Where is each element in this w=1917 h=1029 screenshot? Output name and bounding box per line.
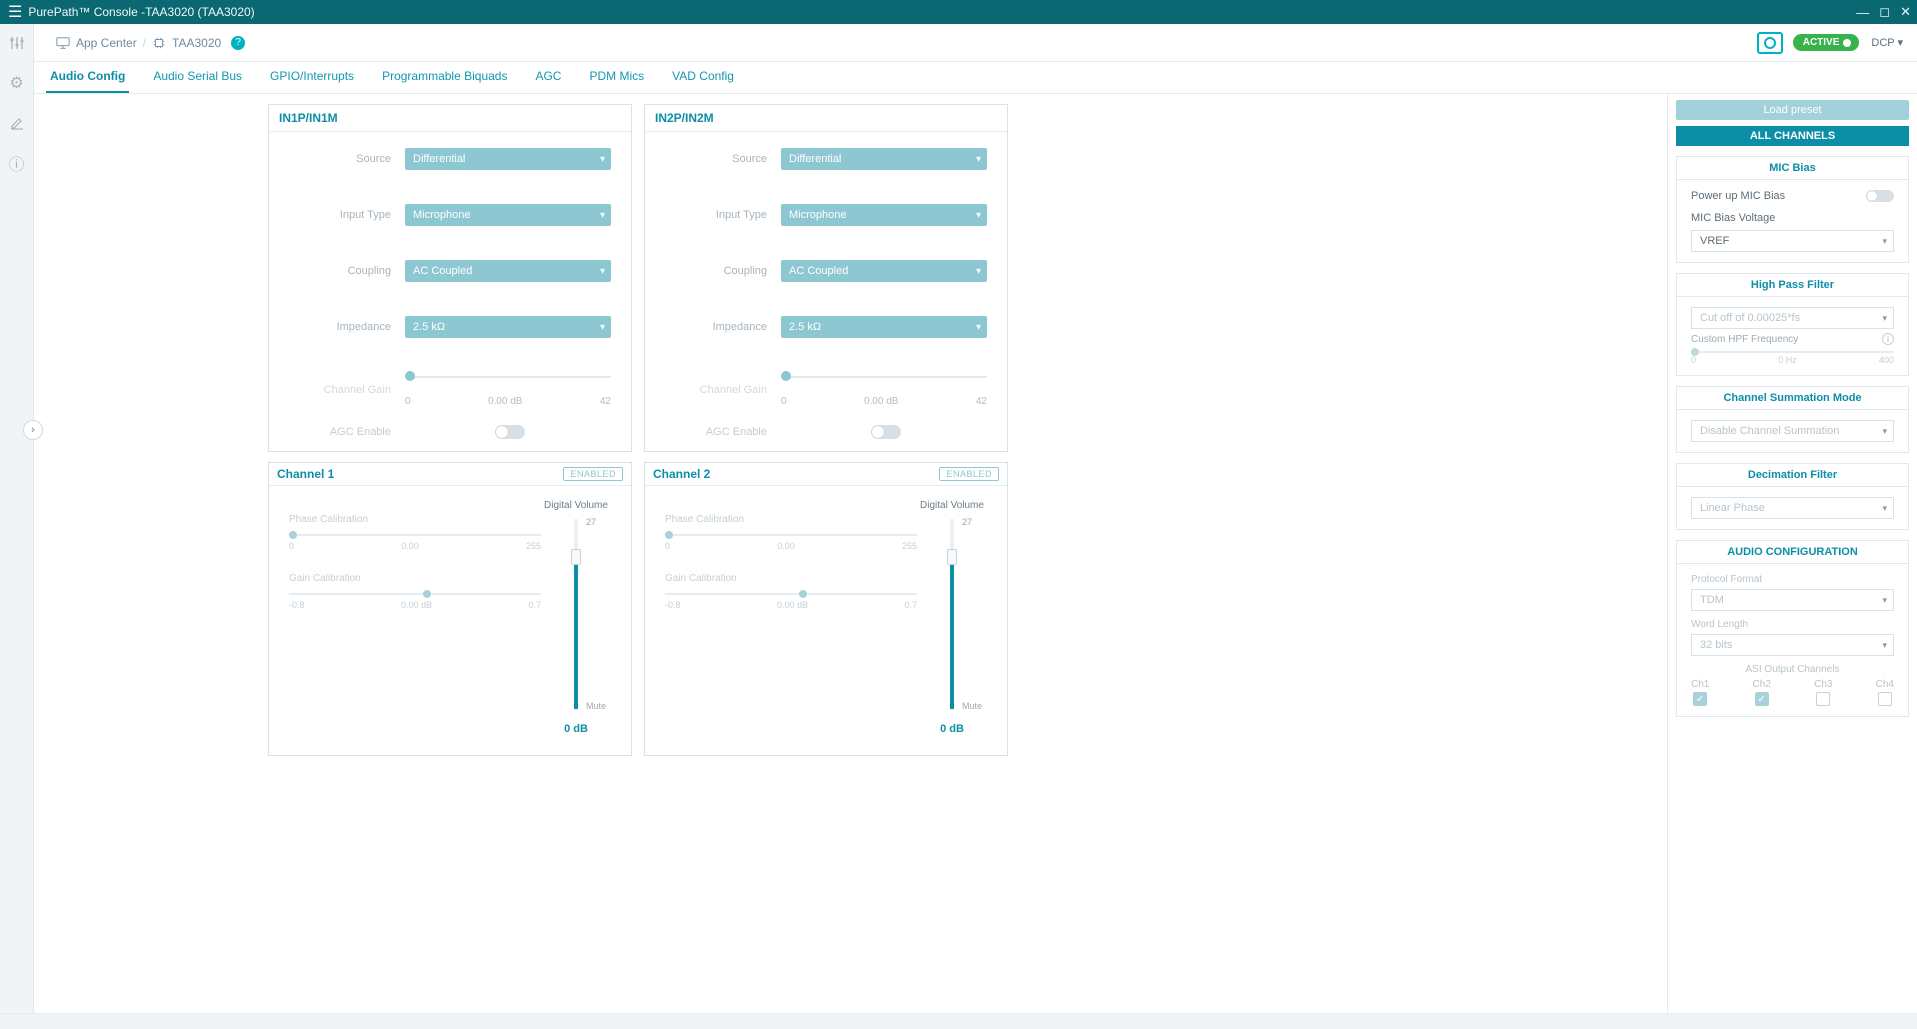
impedance-select[interactable]: 2.5 kΩ — [781, 316, 987, 338]
decimation-title: Decimation Filter — [1677, 464, 1908, 487]
tab-vad-config[interactable]: VAD Config — [668, 69, 738, 93]
monitor-icon — [56, 36, 70, 50]
source-select[interactable]: Differential — [405, 148, 611, 170]
source-select[interactable]: Differential — [781, 148, 987, 170]
decimation-select[interactable]: Linear Phase — [1691, 497, 1894, 519]
tab-audio-config[interactable]: Audio Config — [46, 69, 129, 93]
sidebar: ⚙ ⓘ › — [0, 24, 34, 1013]
db-readout: 0 dB — [541, 723, 611, 735]
asi-ch2-checkbox[interactable]: ✓ — [1755, 692, 1769, 706]
channel-gain-slider[interactable] — [405, 372, 611, 392]
edit-icon[interactable] — [8, 114, 26, 132]
phase-slider[interactable] — [665, 531, 917, 539]
hamburger-icon[interactable]: ☰ — [2, 2, 28, 22]
digital-volume-slider[interactable]: 27Mute — [944, 519, 960, 709]
input-card-1: IN1P/IN1MSourceDifferentialInput TypeMic… — [268, 104, 632, 452]
gain-cal-slider[interactable] — [289, 590, 541, 598]
tab-agc[interactable]: AGC — [531, 69, 565, 93]
card-title: IN2P/IN2M — [645, 105, 1007, 132]
input-type-select[interactable]: Microphone — [405, 204, 611, 226]
dcp-menu[interactable]: DCP ▾ — [1871, 36, 1903, 49]
status-dot-icon — [1843, 39, 1851, 47]
status-bar — [0, 1013, 1917, 1029]
tab-gpio-interrupts[interactable]: GPIO/Interrupts — [266, 69, 358, 93]
tab-programmable-biquads[interactable]: Programmable Biquads — [378, 69, 511, 93]
channel-gain-slider[interactable] — [781, 372, 987, 392]
impedance-select[interactable]: 2.5 kΩ — [405, 316, 611, 338]
all-channels-header: ALL CHANNELS — [1676, 126, 1909, 146]
right-panel: Load preset ALL CHANNELS MIC Bias Power … — [1667, 94, 1917, 1013]
hpf-freq-slider[interactable]: 00 Hz400 — [1677, 351, 1908, 365]
tabs: Audio Config Audio Serial Bus GPIO/Interru… — [34, 62, 1917, 94]
asi-ch3-checkbox[interactable] — [1816, 692, 1830, 706]
breadcrumb-device[interactable]: TAA3020 — [172, 36, 221, 50]
input-card-2: IN2P/IN2MSourceDifferentialInput TypeMic… — [644, 104, 1008, 452]
gear-icon[interactable]: ⚙ — [8, 74, 26, 92]
coupling-select[interactable]: AC Coupled — [781, 260, 987, 282]
info-icon[interactable]: i — [1882, 333, 1894, 345]
asi-ch1-checkbox[interactable]: ✓ — [1693, 692, 1707, 706]
channel-card-1: Channel 1ENABLEDPhase Calibration00.0025… — [268, 462, 632, 756]
audio-config-title: AUDIO CONFIGURATION — [1677, 541, 1908, 564]
power-mic-bias-toggle[interactable] — [1866, 190, 1894, 202]
channel-card-2: Channel 2ENABLEDPhase Calibration00.0025… — [644, 462, 1008, 756]
input-type-select[interactable]: Microphone — [781, 204, 987, 226]
enabled-badge[interactable]: ENABLED — [563, 467, 623, 481]
window-title: PurePath™ Console -TAA3020 (TAA3020) — [28, 5, 1846, 19]
info-icon[interactable]: ⓘ — [8, 154, 26, 172]
active-status-pill[interactable]: ACTIVE — [1793, 34, 1860, 51]
hpf-cutoff-select[interactable]: Cut off of 0.00025*fs — [1691, 307, 1894, 329]
hpf-title: High Pass Filter — [1677, 274, 1908, 297]
card-title: IN1P/IN1M — [269, 105, 631, 132]
summation-select[interactable]: Disable Channel Summation — [1691, 420, 1894, 442]
breadcrumb-app-center[interactable]: App Center — [76, 36, 137, 50]
summation-title: Channel Summation Mode — [1677, 387, 1908, 410]
expand-sidebar-button[interactable]: › — [23, 420, 43, 440]
agc-toggle[interactable] — [495, 425, 525, 439]
chip-icon — [152, 36, 166, 50]
agc-toggle[interactable] — [871, 425, 901, 439]
gain-cal-slider[interactable] — [665, 590, 917, 598]
mic-bias-voltage-select[interactable]: VREF — [1691, 230, 1894, 252]
minimize-button[interactable]: — — [1856, 5, 1869, 20]
tab-pdm-mics[interactable]: PDM Mics — [585, 69, 648, 93]
enabled-badge[interactable]: ENABLED — [939, 467, 999, 481]
tab-audio-serial-bus[interactable]: Audio Serial Bus — [149, 69, 246, 93]
close-button[interactable]: ✕ — [1900, 4, 1911, 20]
snapshot-button[interactable] — [1757, 32, 1783, 54]
db-readout: 0 dB — [917, 723, 987, 735]
digital-volume-slider[interactable]: 27Mute — [568, 519, 584, 709]
word-length-select[interactable]: 32 bits — [1691, 634, 1894, 656]
phase-slider[interactable] — [289, 531, 541, 539]
maximize-button[interactable]: ◻ — [1879, 4, 1890, 20]
coupling-select[interactable]: AC Coupled — [405, 260, 611, 282]
asi-ch4-checkbox[interactable] — [1878, 692, 1892, 706]
protocol-select[interactable]: TDM — [1691, 589, 1894, 611]
breadcrumb: App Center / TAA3020 ? — [56, 36, 245, 50]
help-icon[interactable]: ? — [231, 36, 245, 50]
mic-bias-title: MIC Bias — [1677, 157, 1908, 180]
tuning-icon[interactable] — [8, 34, 26, 52]
load-preset-button[interactable]: Load preset — [1676, 100, 1909, 120]
